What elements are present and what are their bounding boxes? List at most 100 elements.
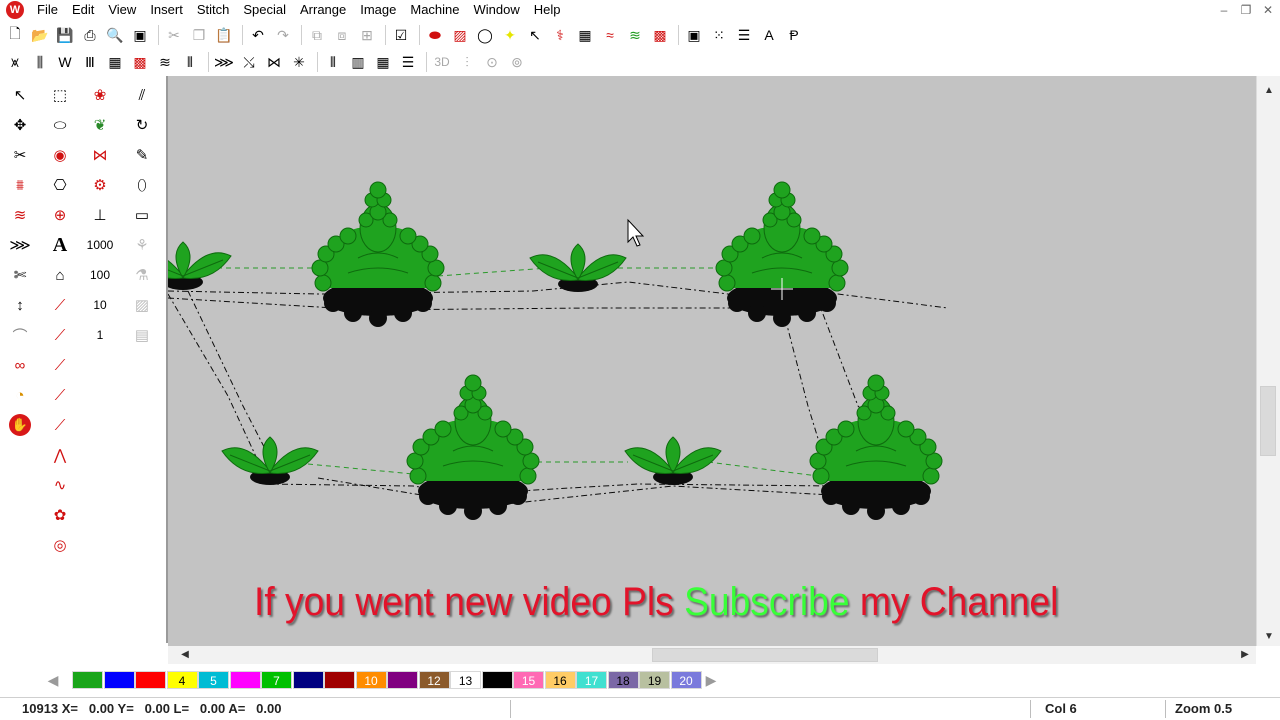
parallel-lines-icon[interactable]: ⫽	[128, 82, 156, 108]
motif-top-small[interactable]	[529, 243, 627, 293]
menu-stitch[interactable]: Stitch	[190, 0, 237, 20]
digitize-icon[interactable]: ⎔	[46, 172, 74, 198]
color-swatch-15[interactable]: 15	[513, 671, 544, 689]
menu-edit[interactable]: Edit	[65, 0, 101, 20]
motif-top-left-small[interactable]	[168, 241, 232, 291]
scroll-left-icon[interactable]: ◀	[178, 648, 192, 662]
stitch-count-1000[interactable]: 1000	[86, 232, 114, 258]
horizontal-scrollbar[interactable]: ◀ ▶	[168, 646, 1256, 664]
run-line-icon[interactable]: ⟋	[46, 292, 74, 318]
satin-icon[interactable]: ⫼	[29, 51, 51, 73]
color-swatch-20[interactable]: 20	[670, 671, 702, 689]
chain-icon[interactable]: ⊙	[481, 51, 503, 73]
curve-stitch-icon[interactable]: ∿	[46, 472, 74, 498]
loop-icon[interactable]: ⊚	[506, 51, 528, 73]
motif-bottom-small-2[interactable]	[624, 436, 722, 486]
color-swatch-1[interactable]: 1	[72, 671, 103, 689]
menu-special[interactable]: Special	[236, 0, 293, 20]
menu-insert[interactable]: Insert	[143, 0, 190, 20]
color-swatch-3[interactable]: 3	[135, 671, 166, 689]
fill-pattern-icon[interactable]: ▦	[104, 51, 126, 73]
color-swatch-6[interactable]: 6	[229, 671, 261, 689]
motif-icon[interactable]: ⋙	[213, 51, 235, 73]
save-icon[interactable]: 💾	[54, 24, 76, 46]
bean-line-icon[interactable]: ⟋	[46, 322, 74, 348]
stamp-icon[interactable]: ⚙	[86, 172, 114, 198]
print-preview-icon[interactable]: 🔍	[104, 24, 126, 46]
stitch-count-10[interactable]: 10	[86, 292, 114, 318]
new-file-icon[interactable]: 🗋	[4, 24, 26, 46]
motif-bottom-small-1[interactable]	[221, 436, 319, 486]
restore-icon[interactable]: ❐	[1238, 2, 1254, 18]
circle-fill-icon[interactable]: ◉	[46, 142, 74, 168]
fill-red-icon[interactable]: ▩	[129, 51, 151, 73]
embroidery-design[interactable]	[168, 76, 1256, 646]
stitch-red-icon[interactable]: ≈	[599, 24, 621, 46]
color-swatch-13[interactable]: 13	[450, 671, 481, 689]
color-swatch-16[interactable]: 16	[544, 671, 576, 689]
monogram-icon[interactable]: ⌂	[46, 262, 74, 288]
knife-icon[interactable]: ✂	[6, 142, 34, 168]
menu-help[interactable]: Help	[527, 0, 568, 20]
align-icon[interactable]: ⊞	[356, 24, 378, 46]
scroll-right-icon[interactable]: ▶	[1238, 648, 1252, 662]
chain-motif-icon[interactable]: ⋈	[86, 142, 114, 168]
stitch-count-1[interactable]: 1	[86, 322, 114, 348]
lines-icon[interactable]: ☰	[397, 51, 419, 73]
highlight-icon[interactable]: ✦	[499, 24, 521, 46]
grid-fill-icon[interactable]: ▦	[372, 51, 394, 73]
undo-icon[interactable]: ↶	[247, 24, 269, 46]
node-edit-icon[interactable]: ✥	[6, 112, 34, 138]
color-next-icon[interactable]: ▶	[700, 671, 722, 689]
menu-view[interactable]: View	[101, 0, 143, 20]
zigzag-tool-icon[interactable]: ⋙	[6, 232, 34, 258]
frame-icon[interactable]: ▥	[347, 51, 369, 73]
vertical-scrollbar[interactable]: ▲ ▼	[1256, 76, 1280, 646]
select-node-icon[interactable]: ↖	[524, 24, 546, 46]
leaf-motif-icon[interactable]: ❦	[86, 112, 114, 138]
color-swatch-9[interactable]: 9	[324, 671, 355, 689]
color-swatch-8[interactable]: 8	[292, 671, 324, 689]
needle-icon[interactable]: ⚕	[549, 24, 571, 46]
dots-grid-icon[interactable]: ⁙	[708, 24, 730, 46]
globe-icon[interactable]: ⊕	[46, 202, 74, 228]
text-tool-icon[interactable]: A	[46, 232, 74, 258]
color-swatch-10[interactable]: 10	[355, 671, 387, 689]
ellipse-icon[interactable]: ⬯	[128, 172, 156, 198]
3d-icon[interactable]: 3D	[431, 51, 453, 73]
sew-icon[interactable]: ▣	[129, 24, 151, 46]
scroll-up-icon[interactable]: ▲	[1261, 84, 1277, 98]
star-icon[interactable]: ✳	[288, 51, 310, 73]
open-folder-icon[interactable]: 📂	[29, 24, 51, 46]
polyline-icon[interactable]: ⋀	[46, 442, 74, 468]
zigzag-icon[interactable]: ⩙	[4, 51, 26, 73]
motif-line-icon[interactable]: ⟋	[46, 412, 74, 438]
horizontal-scroll-thumb[interactable]	[652, 648, 878, 662]
freehand-icon[interactable]: ✎	[128, 142, 156, 168]
stitch-count-100[interactable]: 100	[86, 262, 114, 288]
color-swatch-11[interactable]: 11	[387, 671, 418, 689]
color-swatch-12[interactable]: 12	[418, 671, 450, 689]
column-icon[interactable]: Ⅲ	[79, 51, 101, 73]
menu-machine[interactable]: Machine	[403, 0, 466, 20]
close-icon[interactable]: ✕	[1260, 2, 1276, 18]
stitch-edit-icon[interactable]: ⩩	[6, 172, 34, 198]
color-drop-icon[interactable]: ◔	[6, 382, 34, 408]
copy-icon[interactable]: ❐	[188, 24, 210, 46]
loop-tool-icon[interactable]: ∞	[6, 352, 34, 378]
motif-bottom-big-1[interactable]	[406, 374, 540, 521]
color-swatch-14[interactable]: 14	[481, 671, 513, 689]
select-arrow-icon[interactable]: ↖	[6, 82, 34, 108]
gear-flower-icon[interactable]: ✿	[46, 502, 74, 528]
fan-icon[interactable]: ⌒	[6, 322, 34, 348]
redo-icon[interactable]: ↷	[272, 24, 294, 46]
motif-top-big-1[interactable]	[311, 181, 445, 328]
step-icon[interactable]: ⋈	[263, 51, 285, 73]
color-swatch-18[interactable]: 18	[607, 671, 639, 689]
grid-icon[interactable]: ▦	[574, 24, 596, 46]
outline-icon[interactable]: ◯	[474, 24, 496, 46]
menu-file[interactable]: File	[30, 0, 65, 20]
color-prev-icon[interactable]: ◀	[42, 671, 64, 689]
hand-pan-icon[interactable]: ✋	[6, 412, 34, 438]
color-icon[interactable]: ▩	[649, 24, 671, 46]
